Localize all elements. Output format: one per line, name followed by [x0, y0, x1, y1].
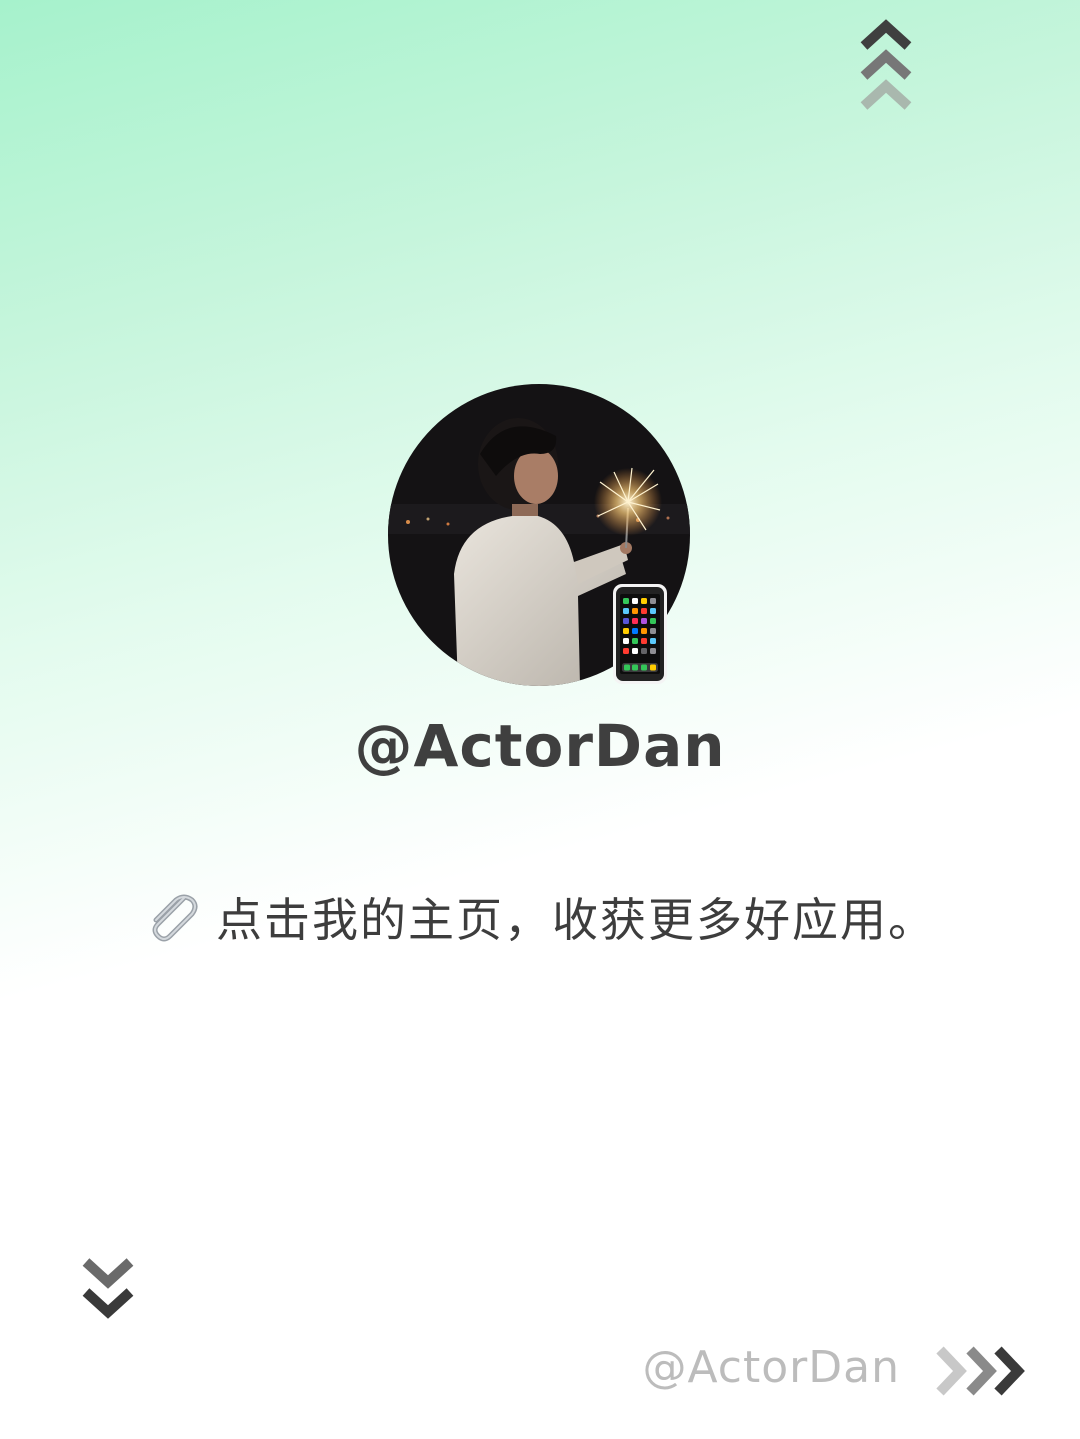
- profile-handle[interactable]: @ActorDan: [0, 712, 1080, 780]
- tagline-row[interactable]: 点击我的主页，收获更多好应用。: [0, 884, 1080, 950]
- footer-handle[interactable]: @ActorDan: [642, 1342, 900, 1393]
- mobile-phone-icon: [613, 584, 667, 684]
- paperclip-icon: [152, 894, 198, 942]
- chevrons-up-icon[interactable]: [858, 18, 914, 114]
- tagline-text: 点击我的主页，收获更多好应用。: [216, 893, 936, 947]
- chevrons-down-icon[interactable]: [80, 1254, 136, 1322]
- avatar-container: [388, 384, 690, 686]
- chevrons-right-icon[interactable]: [932, 1344, 1030, 1398]
